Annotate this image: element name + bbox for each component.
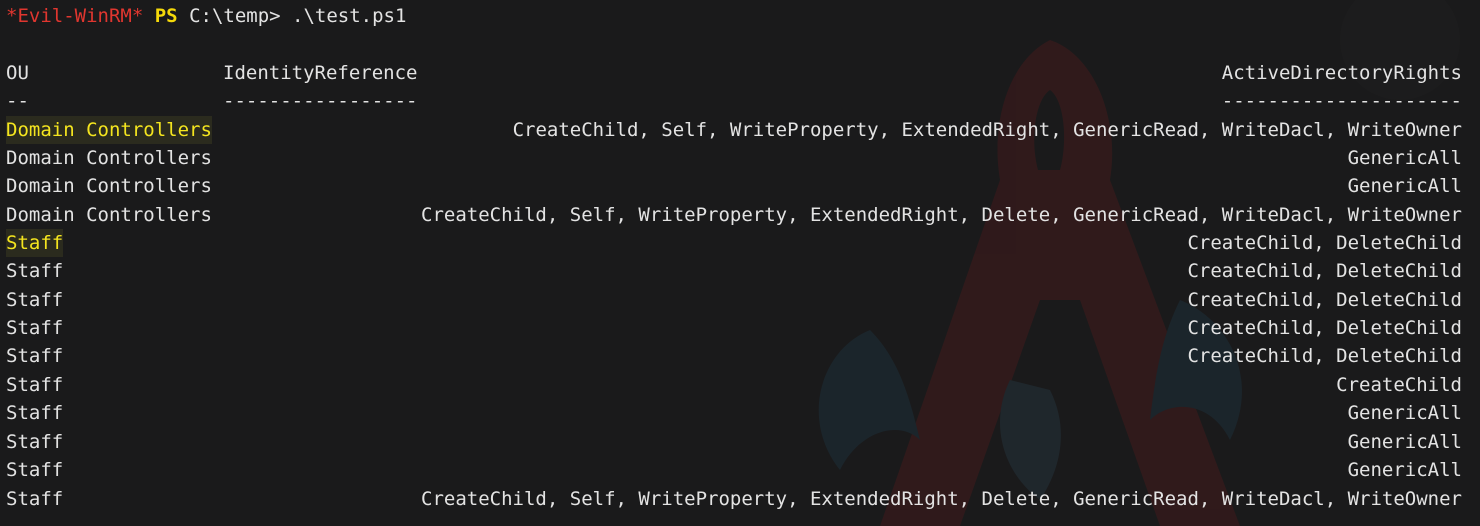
header-identity: IdentityReference bbox=[223, 62, 418, 84]
table-row: Staff CreateChild, DeleteChild bbox=[6, 314, 1462, 342]
table-row: Domain Controllers CreateChild, Self, Wr… bbox=[6, 116, 1462, 144]
row-rights: GenericAll bbox=[1347, 459, 1462, 481]
ps-indicator: PS bbox=[154, 5, 178, 27]
row-rights: CreateChild, Self, WriteProperty, Extend… bbox=[421, 488, 1462, 510]
row-rights: CreateChild, Self, WriteProperty, Extend… bbox=[421, 204, 1462, 226]
row-ou: Staff bbox=[6, 374, 64, 396]
table-row: Staff CreateChild, DeleteChild bbox=[6, 342, 1462, 370]
row-rights: CreateChild, DeleteChild bbox=[1187, 289, 1462, 311]
header-rights: ActiveDirectoryRights bbox=[1221, 62, 1462, 84]
header-ou: OU bbox=[6, 62, 29, 84]
row-rights: CreateChild, DeleteChild bbox=[1187, 345, 1462, 367]
row-rights: CreateChild, DeleteChild bbox=[1187, 260, 1462, 282]
row-rights: GenericAll bbox=[1347, 175, 1462, 197]
row-ou: Domain Controllers bbox=[6, 147, 212, 169]
table-separator: -- ----------------- -------------------… bbox=[6, 87, 1462, 115]
table-row: Staff GenericAll bbox=[6, 428, 1462, 456]
table-row: Staff CreateChild, DeleteChild bbox=[6, 257, 1462, 285]
row-ou: Staff bbox=[6, 317, 64, 339]
command-text: C:\temp> .\test.ps1 bbox=[189, 5, 407, 27]
row-ou: Staff bbox=[6, 345, 64, 367]
table-row: Staff CreateChild, DeleteChild bbox=[6, 229, 1462, 257]
row-ou: Staff bbox=[6, 289, 64, 311]
prompt-line: *Evil-WinRM* PS C:\temp> .\test.ps1 bbox=[6, 2, 406, 30]
separator-ou: -- bbox=[6, 90, 29, 112]
row-ou: Staff bbox=[6, 488, 64, 510]
row-ou: Domain Controllers bbox=[6, 204, 212, 226]
shell-name: *Evil-WinRM* bbox=[6, 5, 144, 27]
table-row: Staff GenericAll bbox=[6, 456, 1462, 484]
separator-identity: ----------------- bbox=[223, 90, 418, 112]
terminal-window[interactable]: *Evil-WinRM* PS C:\temp> .\test.ps1 OU I… bbox=[0, 0, 1480, 526]
row-ou: Staff bbox=[6, 260, 64, 282]
row-ou: Domain Controllers bbox=[6, 116, 212, 144]
table-row: Domain Controllers CreateChild, Self, Wr… bbox=[6, 201, 1462, 229]
table-header: OU IdentityReference ActiveDirectoryRigh… bbox=[6, 59, 1462, 87]
row-ou: Staff bbox=[6, 402, 64, 424]
table-row: Staff CreateChild bbox=[6, 371, 1462, 399]
row-rights: CreateChild, Self, WriteProperty, Extend… bbox=[512, 119, 1462, 141]
row-rights: CreateChild bbox=[1336, 374, 1462, 396]
table-row: Staff CreateChild, DeleteChild bbox=[6, 286, 1462, 314]
table-row: Staff CreateChild, Self, WriteProperty, … bbox=[6, 485, 1462, 513]
row-rights: GenericAll bbox=[1347, 431, 1462, 453]
row-rights: CreateChild, DeleteChild bbox=[1187, 317, 1462, 339]
row-ou: Domain Controllers bbox=[6, 175, 212, 197]
row-ou: Staff bbox=[6, 431, 64, 453]
separator-rights: --------------------- bbox=[1221, 90, 1462, 112]
row-rights: CreateChild, DeleteChild bbox=[1187, 232, 1462, 254]
row-rights: GenericAll bbox=[1347, 402, 1462, 424]
row-ou: Staff bbox=[6, 229, 64, 257]
table-row: Domain Controllers GenericAll bbox=[6, 144, 1462, 172]
row-ou: Staff bbox=[6, 459, 64, 481]
table-row: Staff GenericAll bbox=[6, 399, 1462, 427]
row-rights: GenericAll bbox=[1347, 147, 1462, 169]
table-row: Domain Controllers GenericAll bbox=[6, 172, 1462, 200]
